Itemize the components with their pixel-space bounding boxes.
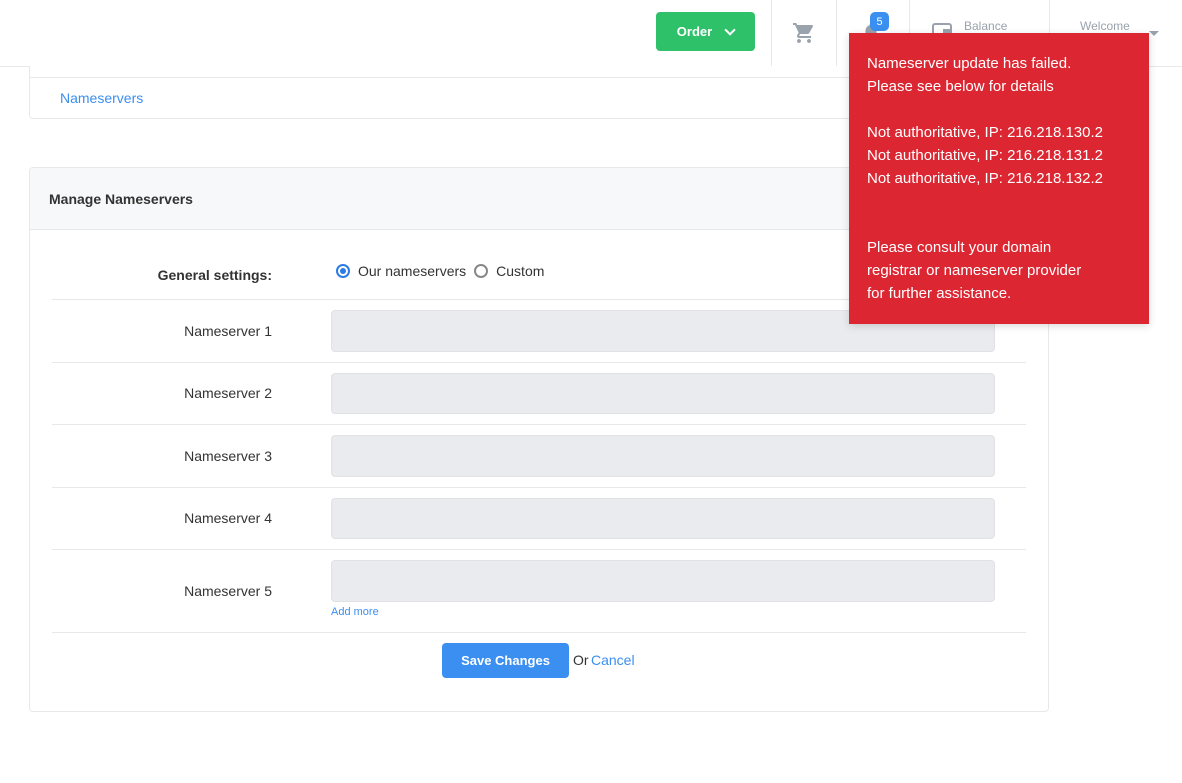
nameserver-label: Nameserver 3 [184,448,272,464]
nameserver-3-input[interactable] [331,435,995,477]
save-changes-button[interactable]: Save Changes [442,643,569,678]
radio-label: Custom [496,263,545,279]
nameserver-label: Nameserver 1 [184,323,272,339]
welcome-menu[interactable]: Welcome [1080,19,1130,33]
balance-label[interactable]: Balance [964,19,1007,33]
radio-custom[interactable]: Custom [474,263,544,279]
general-settings-label: General settings: [157,267,272,283]
toast-message: Please see below for details [867,78,1054,95]
toast-error-line: Not authoritative, IP: 216.218.131.2 [867,147,1103,164]
nameserver-label: Nameserver 5 [184,583,272,599]
chevron-down-icon [724,23,736,36]
nameserver-label: Nameserver 2 [184,385,272,401]
radio-our-nameservers[interactable]: Our nameservers [336,263,466,279]
radio-unchecked-icon[interactable] [474,264,489,278]
divider [771,0,772,66]
nameservers-link[interactable]: Nameservers [60,90,143,106]
order-button-label: Order [676,24,713,39]
order-button[interactable]: Order [656,12,755,51]
nameserver-row: Nameserver 5 [52,550,1026,633]
nameserver-row: Nameserver 3 [52,425,1026,488]
add-more-link[interactable]: Add more [331,606,379,618]
nameserver-label: Nameserver 4 [184,510,272,526]
or-text: Or [573,652,589,668]
nameserver-4-input[interactable] [331,498,995,539]
nameserver-type-radio-group: Our nameservers Custom [336,263,552,279]
error-toast[interactable]: Nameserver update has failed. Please see… [849,33,1149,324]
divider [836,0,837,66]
caret-down-icon[interactable] [1149,31,1159,36]
toast-message: Nameserver update has failed. [867,55,1072,72]
nameserver-5-input[interactable] [331,560,995,602]
cancel-link[interactable]: Cancel [591,652,635,668]
toast-footer: for further assistance. [867,285,1012,302]
nameserver-row: Nameserver 4 [52,488,1026,550]
toast-error-line: Not authoritative, IP: 216.218.132.2 [867,170,1103,187]
radio-checked-icon[interactable] [336,264,350,278]
radio-label: Our nameservers [358,263,467,279]
nameserver-2-input[interactable] [331,373,995,414]
toast-error-line: Not authoritative, IP: 216.218.130.2 [867,124,1103,141]
toast-footer: registrar or nameserver provider [867,262,1082,279]
cart-icon[interactable] [792,21,816,45]
notification-count-badge: 5 [870,12,889,31]
nameserver-row: Nameserver 2 [52,363,1026,425]
card-title: Manage Nameservers [49,190,193,207]
toast-footer: Please consult your domain [867,239,1052,256]
